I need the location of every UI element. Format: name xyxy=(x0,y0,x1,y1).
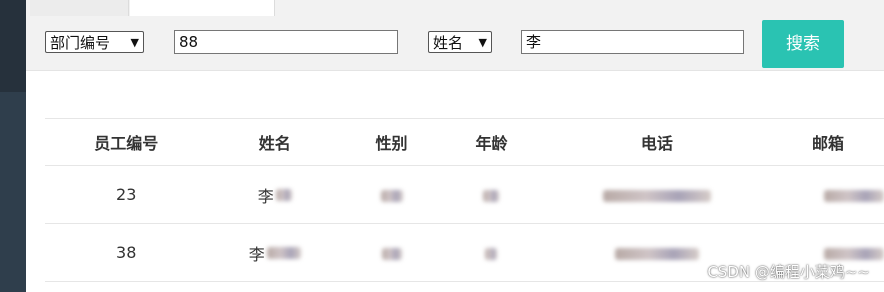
tab-active[interactable] xyxy=(130,0,275,16)
cell-name: 李 xyxy=(207,223,343,282)
col-header-age: 年龄 xyxy=(441,118,542,166)
cell-name: 李 xyxy=(207,165,343,224)
app-sidebar xyxy=(0,0,26,292)
search-button[interactable]: 搜索 xyxy=(762,20,844,68)
search-field1-select[interactable]: 部门编号 ▼ xyxy=(45,31,144,53)
cell-age xyxy=(441,165,542,224)
redacted-name xyxy=(275,188,292,201)
cell-gender xyxy=(342,223,442,282)
search-field2-input[interactable]: 李 xyxy=(521,30,744,54)
redacted-name xyxy=(266,246,301,259)
col-header-email: 邮箱 xyxy=(771,118,884,166)
chevron-down-icon: ▼ xyxy=(478,36,487,49)
cell-id: 38 xyxy=(45,223,208,282)
tab-strip xyxy=(26,0,884,16)
redacted-gender xyxy=(381,247,402,260)
redacted-phone xyxy=(602,189,711,202)
col-header-name: 姓名 xyxy=(207,118,343,166)
cell-phone xyxy=(541,165,772,224)
search-field2-select[interactable]: 姓名 ▼ xyxy=(428,31,492,53)
table-header-row: 员工编号 姓名 性别 年龄 电话 邮箱 xyxy=(45,118,884,166)
cell-email xyxy=(771,165,884,224)
redacted-gender xyxy=(380,189,403,202)
cell-gender xyxy=(342,165,442,224)
col-header-gender: 性别 xyxy=(342,118,442,166)
watermark: CSDN @编程小菜鸡~~ xyxy=(707,263,870,281)
cell-id: 23 xyxy=(45,165,208,224)
search-field2-select-value: 姓名 xyxy=(433,34,464,52)
redacted-phone xyxy=(614,247,699,260)
cell-age xyxy=(441,223,542,282)
chevron-down-icon: ▼ xyxy=(130,36,139,49)
cell-name-text: 李 xyxy=(248,244,265,264)
col-header-phone: 电话 xyxy=(541,118,772,166)
tab-inactive[interactable] xyxy=(30,0,129,16)
cell-name-text: 李 xyxy=(257,186,274,206)
search-field1-input-value: 88 xyxy=(179,33,199,51)
redacted-email xyxy=(823,247,884,260)
employee-table: 员工编号 姓名 性别 年龄 电话 邮箱 23 李 38 李 xyxy=(45,118,884,282)
redacted-age xyxy=(485,247,498,260)
search-bar: 部门编号 ▼ 88 姓名 ▼ 李 搜索 xyxy=(26,16,884,71)
search-field2-input-value: 李 xyxy=(526,33,542,51)
sidebar-header xyxy=(0,0,26,92)
search-field1-select-value: 部门编号 xyxy=(50,34,111,52)
table-row[interactable]: 23 李 xyxy=(45,165,884,224)
search-field1-input[interactable]: 88 xyxy=(174,30,398,54)
redacted-email xyxy=(823,189,884,202)
redacted-age xyxy=(483,189,500,202)
col-header-id: 员工编号 xyxy=(45,118,208,166)
